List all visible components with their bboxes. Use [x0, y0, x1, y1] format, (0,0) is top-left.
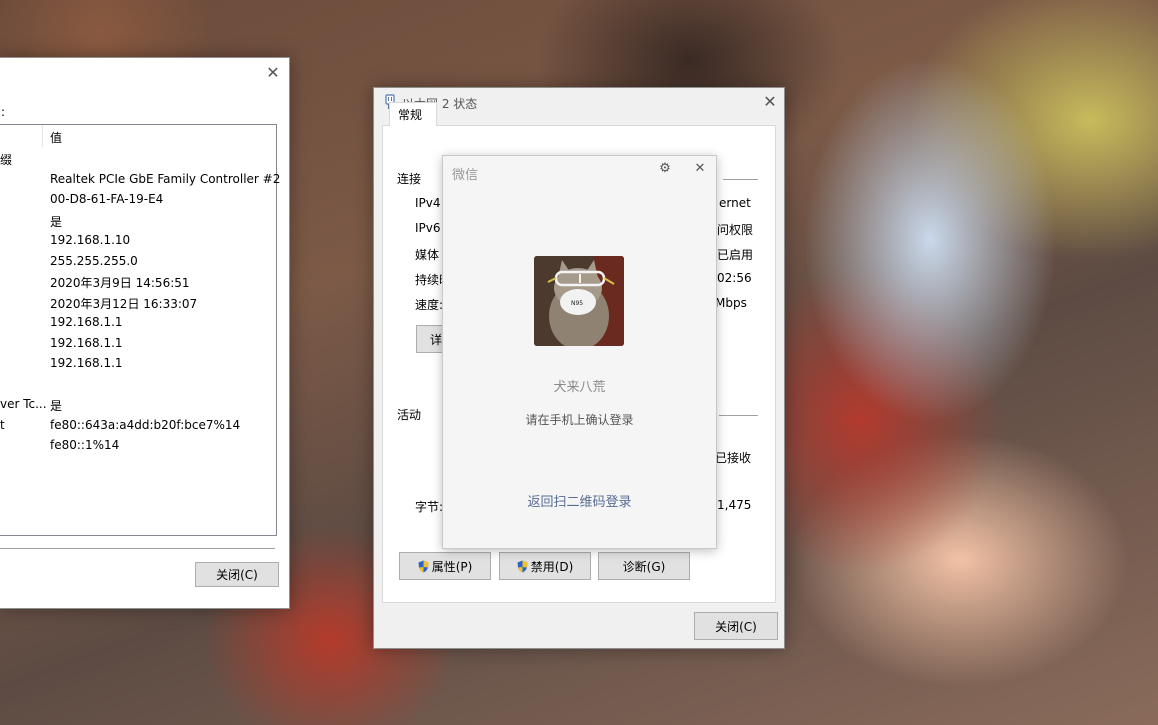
details-list[interactable]: 值 缀 Realtek PCIe GbE Family Controller #2…	[0, 124, 281, 536]
detail-row-value: 2020年3月12日 16:33:07	[50, 296, 198, 311]
received-label: 已接收	[715, 451, 752, 465]
detail-row-value: 192.168.1.10	[50, 233, 131, 247]
column-header-value[interactable]: 值	[50, 129, 62, 146]
close-icon[interactable]: ✕	[263, 63, 283, 83]
detail-row-value: 192.168.1.1	[50, 356, 123, 370]
close-icon[interactable]: ✕	[760, 92, 780, 112]
wechat-user-name: 犬来八荒	[553, 380, 606, 395]
duration-value: 02:56	[717, 271, 752, 285]
media-value: 已启用	[717, 248, 754, 262]
detail-row-value: 192.168.1.1	[50, 335, 123, 350]
wechat-login-dialog: 微信 ⚙ ✕ N95 犬来八荒 请在手机上确认登录 返回扫二维码登录	[442, 155, 717, 549]
ipv4-value: ernet	[719, 196, 751, 210]
login-prompt: 请在手机上确认登录	[525, 413, 634, 427]
speed-value: Mbps	[715, 296, 747, 310]
section-connection-label: 连接	[397, 172, 422, 186]
detail-row-value: fe80::643a:a4dd:b20f:bce7%14	[50, 417, 241, 432]
properties-button[interactable]: 属性(P)	[399, 552, 491, 580]
disable-button[interactable]: 禁用(D)	[499, 552, 591, 580]
section-activity-label: 活动	[397, 408, 422, 422]
tab-general[interactable]: 常规	[389, 102, 437, 126]
uac-shield-icon	[517, 560, 528, 573]
detail-row-value: fe80::1%14	[50, 438, 120, 452]
properties-button-label: 属性(P)	[431, 560, 473, 574]
avatar: N95	[534, 256, 624, 346]
wechat-title: 微信	[452, 168, 479, 183]
ipv6-value: 问权限	[717, 223, 754, 237]
detail-row-value: 192.168.1.1	[50, 315, 123, 329]
divider	[0, 548, 275, 549]
bytes-label: 字节:	[415, 500, 444, 514]
back-to-qr-link[interactable]: 返回扫二维码登录	[443, 491, 716, 510]
detail-row-value: 255.255.255.0	[50, 253, 138, 268]
detail-row-key: 缀	[0, 153, 13, 167]
status-close-button[interactable]: 关闭(C)	[694, 612, 778, 640]
ipv6-label: IPv6	[415, 221, 441, 235]
section-divider	[723, 179, 758, 180]
detail-row-key: ver Tc...	[0, 397, 47, 411]
disable-button-label: 禁用(D)	[530, 560, 574, 574]
detail-row-value: Realtek PCIe GbE Family Controller #2	[50, 171, 281, 186]
detail-row-value: 00-D8-61-FA-19-E4	[50, 192, 164, 206]
column-separator	[42, 125, 43, 147]
settings-gear-icon[interactable]: ⚙	[655, 159, 675, 179]
ipv4-label: IPv4	[415, 196, 441, 210]
cat-avatar-image: N95	[534, 256, 624, 346]
avatar-mask-text: N95	[571, 300, 583, 307]
details-header-label: :	[1, 105, 6, 119]
diagnose-button[interactable]: 诊断(G)	[598, 552, 690, 580]
details-close-button[interactable]: 关闭(C)	[195, 562, 279, 587]
speed-label: 速度:	[415, 298, 444, 312]
detail-row-key: t	[0, 417, 5, 432]
bytes-received-value: 1,475	[717, 498, 752, 512]
detail-row-value: 是	[50, 399, 63, 413]
section-divider	[719, 415, 758, 416]
close-icon[interactable]: ✕	[690, 159, 710, 179]
detail-row-value: 是	[50, 214, 63, 229]
network-details-window: ✕ : 值 缀 Realtek PCIe GbE Family Controlle…	[0, 57, 290, 609]
uac-shield-icon	[418, 560, 429, 573]
media-label: 媒体	[415, 248, 440, 262]
detail-row-value: 2020年3月9日 14:56:51	[50, 276, 190, 290]
